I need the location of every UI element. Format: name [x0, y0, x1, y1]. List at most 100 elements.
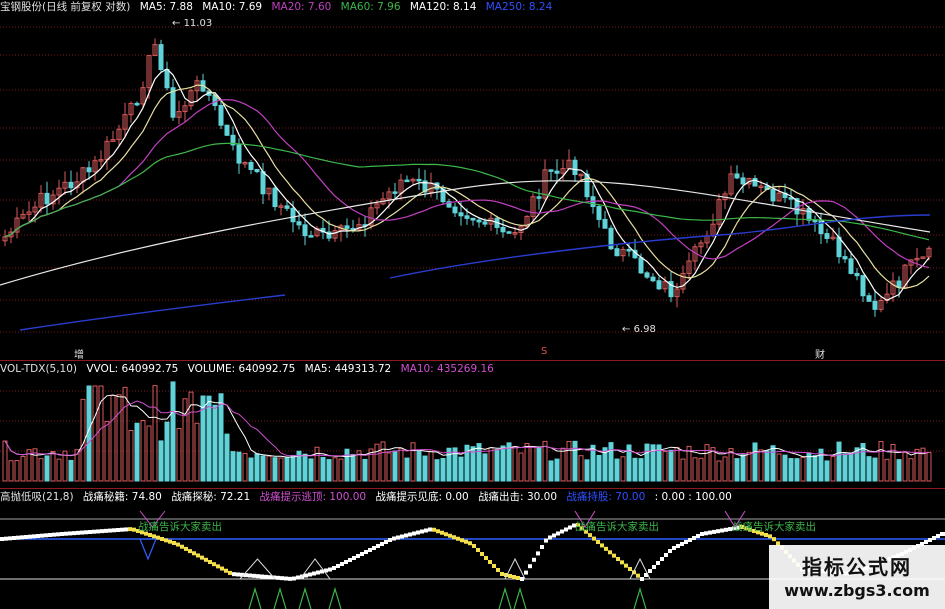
- volume-bar: [830, 455, 836, 482]
- volume-bar: [446, 447, 452, 482]
- oscillator-dot: [700, 532, 704, 536]
- oscillator-dot: [228, 570, 232, 575]
- candle-body: [548, 169, 554, 172]
- volume-bar: [554, 458, 560, 482]
- oscillator-dot: [208, 560, 212, 564]
- oscillator-dot: [12, 536, 16, 540]
- volume-bar: [530, 445, 536, 482]
- sell-note-1: 战痛告诉大家卖出: [138, 521, 222, 533]
- volume-bar: [434, 459, 440, 482]
- volume-bar: [158, 440, 164, 482]
- event-marker-3[interactable]: 财: [815, 346, 825, 360]
- volume-chart[interactable]: [0, 361, 945, 488]
- volume-bar: [416, 449, 422, 482]
- oscillator-dot: [536, 551, 540, 556]
- candle-body: [296, 221, 302, 226]
- oscillator-dot: [280, 576, 284, 581]
- volume-bar: [38, 458, 44, 482]
- volume-bar: [902, 452, 908, 482]
- candle-body: [554, 170, 560, 174]
- volume-panel[interactable]: VOL-TDX(5,10) VVOL: 640992.75 VOLUME: 64…: [0, 361, 945, 488]
- indicator-value-3: 战痛提示逃顶: 100.00: [259, 491, 367, 503]
- oscillator-dot: [508, 574, 512, 578]
- candle-body: [602, 218, 608, 229]
- oscillator-dot: [628, 567, 632, 571]
- volume-bar: [746, 451, 752, 482]
- oscillator-dot: [716, 529, 720, 534]
- candle-body: [224, 124, 230, 136]
- candle-body: [86, 167, 92, 173]
- volume-bar: [788, 458, 794, 482]
- volume-bar: [896, 459, 902, 482]
- volume-bar: [44, 455, 50, 482]
- oscillator-dot: [216, 564, 220, 569]
- oscillator-dot: [164, 538, 168, 543]
- oscillator-dot: [416, 530, 420, 535]
- volume-bar: [362, 458, 368, 482]
- volume-bar: [440, 458, 446, 482]
- oscillator-dot: [288, 576, 292, 581]
- candle-body: [416, 178, 422, 182]
- oscillator-dot: [236, 572, 240, 577]
- volume-bar: [800, 456, 806, 482]
- candlestick-chart[interactable]: [0, 0, 945, 360]
- volume-bar: [806, 452, 812, 482]
- oscillator-dot: [724, 527, 728, 532]
- oscillator-dot: [112, 528, 116, 533]
- volume-bar: [500, 445, 506, 482]
- oscillator-dot: [172, 541, 176, 545]
- volume-bar: [68, 459, 74, 482]
- oscillator-dot: [0, 537, 4, 541]
- oscillator-dot: [4, 536, 8, 541]
- oscillator-dot: [356, 554, 360, 558]
- volume-bar: [710, 447, 716, 482]
- oscillator-dot: [516, 576, 520, 580]
- oscillator-dot: [224, 568, 228, 573]
- volume-bar: [644, 443, 650, 482]
- oscillator-dot: [768, 534, 772, 539]
- volume-bar: [56, 458, 62, 482]
- volume-bar: [8, 460, 14, 482]
- indicator-value-5: 战痛出击: 30.00: [478, 491, 557, 503]
- volume-bar: [536, 446, 542, 482]
- oscillator-dot: [648, 569, 652, 573]
- price-header: 宝钢股份(日线 前复权 对数) MA5: 7.88 MA10: 7.69 MA2…: [0, 0, 558, 14]
- volume-bar: [674, 446, 680, 482]
- volume-bar: [488, 447, 494, 482]
- oscillator-dot: [268, 575, 272, 580]
- oscillator-dot: [248, 573, 252, 578]
- oscillator-dot: [68, 531, 72, 536]
- volume-bar: [404, 457, 410, 482]
- candle-body: [872, 300, 878, 310]
- volume-bar: [272, 457, 278, 482]
- volume-bar: [782, 454, 788, 482]
- volume-bar: [740, 454, 746, 482]
- oscillator-dot: [24, 535, 28, 539]
- ma250-line: [19, 214, 931, 331]
- oscillator-dot: [48, 533, 52, 537]
- high-price-value: 11.03: [183, 18, 213, 29]
- price-panel[interactable]: 宝钢股份(日线 前复权 对数) MA5: 7.88 MA10: 7.69 MA2…: [0, 0, 945, 360]
- indicator-value-2: 战痛探秘: 72.21: [171, 491, 251, 503]
- candle-body: [734, 173, 740, 179]
- volume-bar: [722, 456, 728, 482]
- event-marker-1[interactable]: 增: [74, 346, 84, 360]
- vol-ma5-label: MA5: 449313.72: [304, 363, 392, 375]
- candle-body: [44, 192, 50, 205]
- ma120-label: MA120: 8.14: [409, 1, 477, 13]
- oscillator-dot: [28, 534, 32, 539]
- volume-bar: [248, 457, 254, 482]
- volume-bar: [410, 442, 416, 482]
- oscillator-dot: [664, 553, 668, 557]
- oscillator-dot: [124, 527, 128, 532]
- sell-note-2: 战痛告诉大家卖出: [575, 521, 659, 533]
- oscillator-dot: [592, 536, 596, 541]
- volume-bar: [758, 449, 764, 482]
- oscillator-dot: [600, 543, 604, 548]
- event-marker-2[interactable]: S: [541, 346, 547, 357]
- oscillator-dot: [544, 538, 548, 543]
- volume-bar: [230, 451, 236, 482]
- indicator-title: 高抛低吸(21,8): [0, 491, 74, 503]
- candle-body: [596, 206, 602, 220]
- oscillator-dot: [376, 544, 380, 548]
